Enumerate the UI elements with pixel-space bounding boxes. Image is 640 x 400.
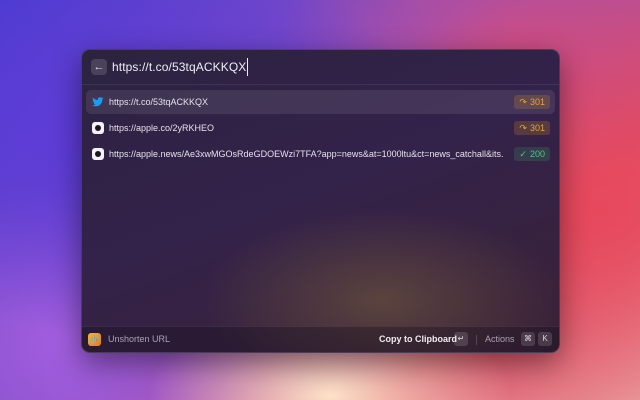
twitter-bird-icon bbox=[92, 97, 104, 107]
link-icon: 🔗 bbox=[88, 333, 101, 346]
redirect-icon: ↷ bbox=[519, 123, 527, 133]
copy-to-clipboard-button[interactable]: Copy to Clipboard bbox=[379, 333, 457, 346]
action-bar: 🔗 Unshorten URL Copy to Clipboard ↵ Acti… bbox=[82, 326, 559, 352]
results-list: https://t.co/53tqACKKQX ↷ 301 https://app… bbox=[86, 90, 555, 168]
status-badge: ↷ 301 bbox=[514, 95, 550, 109]
check-circle-icon: ✓ bbox=[519, 149, 527, 159]
redirect-icon: ↷ bbox=[519, 97, 527, 107]
divider bbox=[476, 335, 477, 345]
search-input[interactable]: https://t.co/53tqACKKQX bbox=[112, 58, 249, 76]
result-url: https://apple.co/2yRKHEO bbox=[109, 123, 215, 133]
status-badge: ↷ 301 bbox=[514, 121, 550, 135]
back-button[interactable]: ← bbox=[91, 59, 107, 75]
status-badge: ✓ 200 bbox=[514, 147, 550, 161]
result-row[interactable]: https://t.co/53tqACKKQX ↷ 301 bbox=[86, 90, 555, 114]
status-code: 200 bbox=[529, 149, 545, 159]
command-key-hint: ⌘ bbox=[521, 332, 535, 346]
arrow-left-icon: ← bbox=[93, 61, 105, 73]
apple-icon bbox=[92, 122, 104, 134]
result-url: https://t.co/53tqACKKQX bbox=[109, 97, 209, 107]
apple-icon bbox=[92, 148, 104, 160]
search-bar: ← https://t.co/53tqACKKQX bbox=[82, 50, 559, 85]
status-code: 301 bbox=[529, 97, 545, 107]
actions-button[interactable]: Actions bbox=[485, 333, 515, 346]
result-row[interactable]: https://apple.news/Ae3xwMGOsRdeGDOEWzi7T… bbox=[86, 142, 555, 166]
result-row[interactable]: https://apple.co/2yRKHEO ↷ 301 bbox=[86, 116, 555, 140]
result-url: https://apple.news/Ae3xwMGOsRdeGDOEWzi7T… bbox=[109, 149, 504, 159]
k-key-hint: K bbox=[538, 332, 552, 346]
status-code: 301 bbox=[529, 123, 545, 133]
enter-key-hint: ↵ bbox=[454, 332, 468, 346]
extension-name: Unshorten URL bbox=[108, 334, 171, 344]
raycast-window: ← https://t.co/53tqACKKQX https://t.co/5… bbox=[81, 49, 560, 353]
